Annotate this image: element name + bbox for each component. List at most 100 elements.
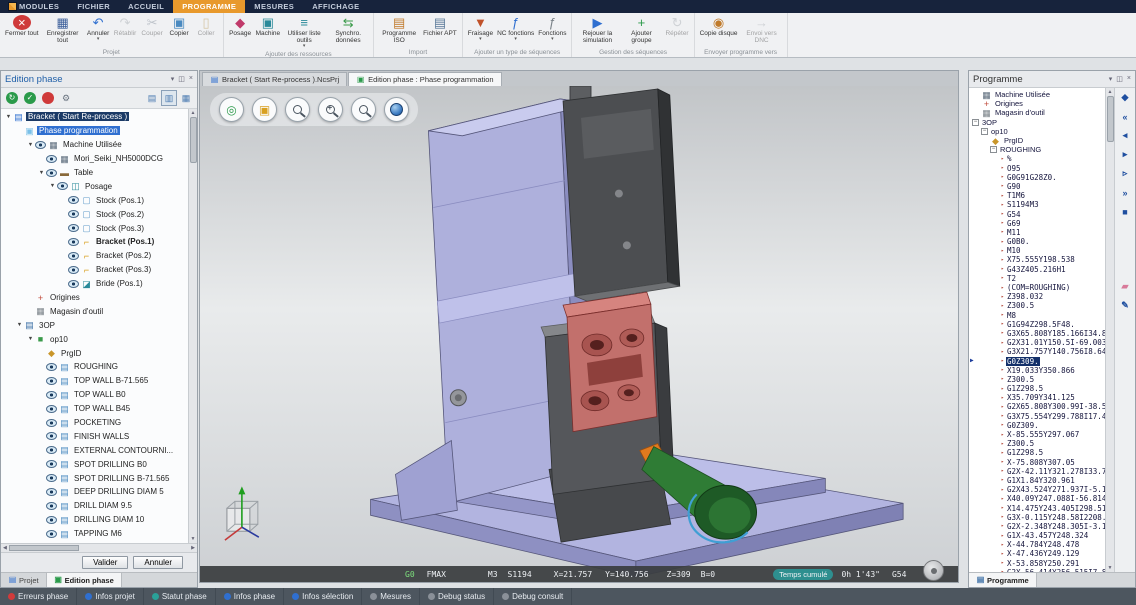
program-vscrollbar[interactable]: ▲ ▼ <box>1105 88 1114 572</box>
tree-item-op10[interactable]: ▼■op10 <box>1 332 187 346</box>
close-icon[interactable]: × <box>1127 75 1131 83</box>
ribbon-button-r-p-ter[interactable]: ↻Répéter <box>663 14 690 38</box>
tree-item-top-wall-b-71-565[interactable]: ▤TOP WALL B-71.565 <box>1 374 187 388</box>
ribbon-button-fichier-apt[interactable]: ▤Fichier APT <box>421 14 459 38</box>
visibility-eye-icon[interactable] <box>35 141 46 149</box>
document-tab-bracket-start-re-process-ncs[interactable]: ▤Bracket ( Start Re-process ).NcsPrj <box>202 72 347 86</box>
ribbon-button-fermer-tout[interactable]: ×Fermer tout <box>3 14 41 38</box>
gcode-line[interactable]: ▸G3X75.554Y299.788I17.4 <box>969 412 1105 421</box>
edit-icon[interactable]: ✎ <box>1118 299 1133 312</box>
visibility-eye-icon[interactable] <box>46 530 57 538</box>
gcode-line[interactable]: ▸X-75.808Y307.05 <box>969 458 1105 467</box>
gcode-line[interactable]: ▸X40.09Y247.088I-56.814 <box>969 494 1105 503</box>
scroll-up-icon[interactable]: ▲ <box>191 110 196 116</box>
tree-item-finish-walls[interactable]: ▤FINISH WALLS <box>1 429 187 443</box>
view-all-icon[interactable]: ◎ <box>219 97 244 122</box>
tree-item-3op[interactable]: ▼▤3OP <box>1 318 187 332</box>
gcode-line[interactable]: ▸G1Z298.5 <box>969 384 1105 393</box>
expander-icon[interactable]: ▼ <box>4 114 13 120</box>
ribbon-button-nc-fonctions[interactable]: ƒNC fonctions▾ <box>495 14 536 43</box>
program-node-roughing[interactable]: −ROUGHING <box>969 145 1105 154</box>
tree-item-stock-pos-2[interactable]: ▢Stock (Pos.2) <box>1 207 187 221</box>
gcode-line[interactable]: ▸G2X-56.414Y256.515I7.8 <box>969 568 1105 572</box>
ribbon-button-copier[interactable]: ▣Copier <box>166 14 193 38</box>
visibility-eye-icon[interactable] <box>46 405 57 413</box>
view-compass-icon[interactable] <box>923 560 944 581</box>
viewport-3d[interactable]: ◎▣ G0 FMAX M3 S1194 X=21.757 Y=140.756 Z… <box>200 86 958 582</box>
detail-view-icon[interactable]: ▥ <box>161 90 177 106</box>
visibility-eye-icon[interactable] <box>57 182 68 190</box>
menu-tab-modules[interactable]: MODULES <box>0 0 68 13</box>
gcode-line[interactable]: ▸G90 <box>969 182 1105 191</box>
gcode-line[interactable]: ▸G69 <box>969 219 1105 228</box>
check-green-icon[interactable]: ✓ <box>22 90 38 106</box>
phase-tree-hscrollbar[interactable]: ◀ ▶ <box>1 543 197 552</box>
ribbon-button-posage[interactable]: ◆Posage <box>227 14 254 38</box>
tree-item-bracket-pos-1[interactable]: ⌐Bracket (Pos.1) <box>1 235 187 249</box>
gcode-line[interactable]: ▸% <box>969 154 1105 163</box>
list-view-icon[interactable]: ▤ <box>144 90 160 106</box>
gcode-line[interactable]: ▸X75.555Y198.538 <box>969 255 1105 264</box>
tree-view-icon[interactable]: ▦ <box>178 90 194 106</box>
gcode-line[interactable]: ▸G2X-42.11Y321.278I33.7 <box>969 467 1105 476</box>
ribbon-button-couper[interactable]: ✂Couper <box>139 14 166 38</box>
ribbon-button-annuler[interactable]: ↶Annuler▾ <box>85 14 112 43</box>
visibility-eye-icon[interactable] <box>46 460 57 468</box>
gcode-line[interactable]: ▸O95 <box>969 164 1105 173</box>
gcode-line[interactable]: ▸G1G94Z298.5F48. <box>969 320 1105 329</box>
settings-gear-icon[interactable]: ⚙ <box>58 90 74 106</box>
tree-item-magasin-d-outil[interactable]: ▦Magasin d'outil <box>1 304 187 318</box>
ribbon-button-rejouer-la-simulation[interactable]: ▶Rejouer la simulation <box>575 14 619 45</box>
tree-item-pocketing[interactable]: ▤POCKETING <box>1 416 187 430</box>
gcode-line[interactable]: ▸T1M6 <box>969 191 1105 200</box>
gcode-line[interactable]: ▸G0G91G28Z0. <box>969 173 1105 182</box>
gcode-line[interactable]: ▸S1194M3 <box>969 200 1105 209</box>
gcode-line[interactable]: ▸(COM=ROUGHING) <box>969 283 1105 292</box>
panel-tab-edition-phase[interactable]: ▣Edition phase <box>47 573 122 587</box>
tree-item-stock-pos-1[interactable]: ▢Stock (Pos.1) <box>1 193 187 207</box>
ribbon-button-enregistrer-tout[interactable]: ▦Enregistrer tout <box>41 14 85 45</box>
gcode-line[interactable]: ▸Z300.5 <box>969 439 1105 448</box>
document-tab-edition-phase-phase-programm[interactable]: ▣Edition phase : Phase programmation <box>348 72 502 86</box>
tree-item-external-contourni[interactable]: ▤EXTERNAL CONTOURNI... <box>1 443 187 457</box>
tree-item-posage[interactable]: ▼◫Posage <box>1 179 187 193</box>
ribbon-button-envoi-vers-dnc[interactable]: →Envoi vers DNC <box>740 14 784 45</box>
standard-views-icon[interactable]: ▣ <box>252 97 277 122</box>
gcode-line[interactable]: ▶▸G0Z309. <box>969 356 1105 365</box>
visibility-eye-icon[interactable] <box>46 432 57 440</box>
ribbon-button-machine[interactable]: ▣Machine <box>254 14 283 38</box>
tree-item-bracket-pos-2[interactable]: ⌐Bracket (Pos.2) <box>1 249 187 263</box>
gcode-line[interactable]: ▸G1X1.84Y320.961 <box>969 476 1105 485</box>
menu-tab-accueil[interactable]: ACCUEIL <box>119 0 173 13</box>
visibility-eye-icon[interactable] <box>46 377 57 385</box>
gcode-line[interactable]: ▸X35.709Y341.125 <box>969 393 1105 402</box>
scroll-down-icon[interactable]: ▼ <box>191 536 196 542</box>
visibility-eye-icon[interactable] <box>46 419 57 427</box>
gcode-line[interactable]: ▸X-53.858Y250.291 <box>969 559 1105 568</box>
visibility-eye-icon[interactable] <box>46 502 57 510</box>
tree-item-table[interactable]: ▼▬Table <box>1 166 187 180</box>
ribbon-button-ajouter-groupe[interactable]: +Ajouter groupe <box>619 14 663 45</box>
gcode-line[interactable]: ▸G1X-43.457Y248.324 <box>969 531 1105 540</box>
expander-icon[interactable]: ▼ <box>26 336 35 342</box>
program-node-prgid[interactable]: ◆PrgID <box>969 136 1105 145</box>
expander-icon[interactable]: ▼ <box>15 322 24 328</box>
visibility-eye-icon[interactable] <box>68 266 79 274</box>
menu-tab-mesures[interactable]: MESURES <box>245 0 303 13</box>
ribbon-button-copie-disque[interactable]: ◉Copie disque <box>698 14 740 38</box>
gcode-line[interactable]: ▸Z398.032 <box>969 292 1105 301</box>
gcode-line[interactable]: ▸G54 <box>969 209 1105 218</box>
zoom-free-icon[interactable] <box>351 97 376 122</box>
collapse-box-icon[interactable]: − <box>981 128 988 135</box>
zoom-window-icon[interactable] <box>285 97 310 122</box>
gcode-line[interactable]: ▸G3X21.757Y140.756I8.64 <box>969 347 1105 356</box>
fast-backward-icon[interactable]: « <box>1118 110 1133 123</box>
tree-item-origines[interactable]: +Origines <box>1 291 187 305</box>
visibility-eye-icon[interactable] <box>46 169 57 177</box>
stop-icon[interactable]: ■ <box>1118 205 1133 218</box>
menu-tab-programme[interactable]: PROGRAMME <box>173 0 245 13</box>
expander-icon[interactable]: ▼ <box>48 183 57 189</box>
step-backward-icon[interactable]: ◂ <box>1118 129 1133 142</box>
ribbon-button-programme-iso[interactable]: ▤Programme ISO <box>377 14 421 45</box>
scroll-thumb[interactable] <box>9 545 79 551</box>
